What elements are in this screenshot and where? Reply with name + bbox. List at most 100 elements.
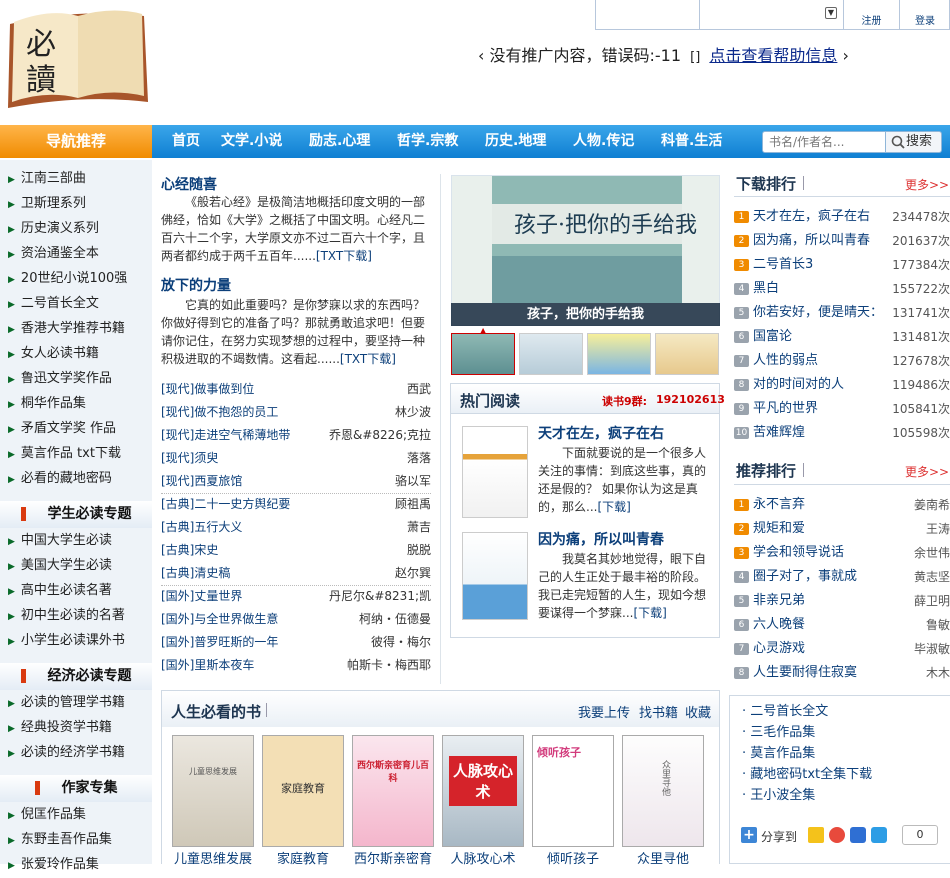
rank-title[interactable]: 六人晚餐 bbox=[753, 613, 805, 637]
site-logo[interactable]: 必 讀 bbox=[2, 2, 152, 112]
rank-row[interactable]: 3 学会和领导说话 余世伟 bbox=[734, 541, 950, 565]
rank-row[interactable]: 3 二号首长3 177384次 bbox=[734, 253, 950, 277]
rank-title[interactable]: 人生要耐得住寂寞 bbox=[753, 661, 857, 685]
book-list-title[interactable]: [现代]西夏旅馆 bbox=[161, 470, 242, 493]
side-link[interactable]: · 二号首长全文 bbox=[742, 701, 828, 722]
rank-title[interactable]: 非亲兄弟 bbox=[753, 589, 805, 613]
sidebar-item[interactable]: ▶ 江南三部曲 bbox=[8, 167, 86, 191]
book-list-title[interactable]: [现代]须臾 bbox=[161, 447, 218, 470]
sidebar-item[interactable]: ▶ 20世纪小说100强 bbox=[8, 267, 127, 291]
book-cover[interactable]: 众里寻他 bbox=[622, 735, 704, 847]
rank-row[interactable]: 4 黑白 155722次 bbox=[734, 277, 950, 301]
sidebar-item[interactable]: ▶ 高中生必读名著 bbox=[8, 579, 112, 603]
chevron-right-icon[interactable]: › bbox=[842, 46, 848, 65]
rank-row[interactable]: 1 永不言弃 姜南希 bbox=[734, 493, 950, 517]
sidebar-item[interactable]: ▶ 矛盾文学奖 作品 bbox=[8, 417, 116, 441]
rank-title[interactable]: 二号首长3 bbox=[753, 253, 813, 277]
book-list-title[interactable]: [古典]二十一史方舆纪要 bbox=[161, 493, 290, 516]
rank-row[interactable]: 9 平凡的世界 105841次 bbox=[734, 397, 950, 421]
book-list-row[interactable]: [古典]五行大义 萧吉 bbox=[161, 516, 431, 539]
txt-download-link[interactable]: [TXT下载] bbox=[316, 249, 372, 263]
sidebar-item[interactable]: ▶ 鲁迅文学奖作品 bbox=[8, 367, 112, 391]
side-link[interactable]: · 莫言作品集 bbox=[742, 743, 815, 764]
rank-title[interactable]: 苦难辉煌 bbox=[753, 421, 805, 445]
txt-download-link[interactable]: [TXT下载] bbox=[340, 352, 396, 366]
featured-title-2[interactable]: 放下的力量 bbox=[161, 275, 231, 295]
rank-title[interactable]: 永不言弃 bbox=[753, 493, 805, 517]
book-list-row[interactable]: [现代]须臾 落落 bbox=[161, 447, 431, 470]
rank-title[interactable]: 黑白 bbox=[753, 277, 779, 301]
chevron-left-icon[interactable]: ‹ bbox=[478, 46, 484, 65]
book-list-title[interactable]: [现代]做不抱怨的员工 bbox=[161, 401, 278, 424]
ad-help-link[interactable]: 点击查看帮助信息 bbox=[709, 46, 837, 65]
sidebar-item[interactable]: ▶ 初中生必读的名著 bbox=[8, 604, 125, 628]
book-cover[interactable]: 儿童思维发展 bbox=[172, 735, 254, 847]
sidebar-item[interactable]: ▶ 必看的藏地密码 bbox=[8, 467, 112, 491]
chevron-down-icon[interactable]: ▼ bbox=[825, 7, 837, 19]
rank-title[interactable]: 国富论 bbox=[753, 325, 792, 349]
nav-item-literature[interactable]: 文学.小说 bbox=[221, 125, 282, 158]
username-field[interactable] bbox=[596, 0, 700, 29]
rank-title[interactable]: 规矩和爱 bbox=[753, 517, 805, 541]
book-list-title[interactable]: [国外]丈量世界 bbox=[161, 585, 242, 608]
book-list-row[interactable]: [国外]与全世界做生意 柯纳・伍德曼 bbox=[161, 608, 431, 631]
nav-item-biography[interactable]: 人物.传记 bbox=[573, 125, 634, 158]
side-link[interactable]: · 三毛作品集 bbox=[742, 722, 815, 743]
carousel-thumb-2[interactable] bbox=[519, 333, 583, 375]
qq-group-number[interactable]: 192102613 bbox=[656, 393, 725, 406]
rank-row[interactable]: 5 非亲兄弟 薛卫明 bbox=[734, 589, 950, 613]
nav-item-home[interactable]: 首页 bbox=[172, 125, 200, 158]
rank-title[interactable]: 圈子对了，事就成 bbox=[753, 565, 857, 589]
rank-row[interactable]: 5 你若安好，便是晴天： 131741次 bbox=[734, 301, 950, 325]
upload-link[interactable]: 我要上传 bbox=[578, 702, 630, 721]
rank-title[interactable]: 学会和领导说话 bbox=[753, 541, 844, 565]
book-list-title[interactable]: [国外]普罗旺斯的一年 bbox=[161, 631, 278, 654]
tencent-icon[interactable] bbox=[871, 827, 887, 843]
favorite-link[interactable]: 收藏 bbox=[685, 702, 711, 721]
book-list-row[interactable]: [国外]里斯本夜车 帕斯卡・梅西耶 bbox=[161, 654, 431, 677]
rank-title[interactable]: 你若安好，便是晴天： bbox=[753, 301, 883, 325]
sidebar-item[interactable]: ▶ 张爱玲作品集 bbox=[8, 853, 99, 877]
book-list-title[interactable]: [古典]清史稿 bbox=[161, 562, 230, 585]
book-list-title[interactable]: [古典]宋史 bbox=[161, 539, 218, 562]
rank-title[interactable]: 天才在左，疯子在右 bbox=[753, 205, 870, 229]
sidebar-item[interactable]: ▶ 美国大学生必读 bbox=[8, 554, 112, 578]
rank-title[interactable]: 因为痛，所以叫青春 bbox=[753, 229, 870, 253]
book-title[interactable]: 儿童思维发展 bbox=[168, 848, 258, 867]
rank-row[interactable]: 8 对的时间对的人 119486次 bbox=[734, 373, 950, 397]
weibo-icon[interactable] bbox=[829, 827, 845, 843]
book-list-row[interactable]: [古典]宋史 脱脱 bbox=[161, 539, 431, 562]
rank-row[interactable]: 2 规矩和爱 王涛 bbox=[734, 517, 950, 541]
share-label[interactable]: 分享到 bbox=[761, 828, 797, 845]
sidebar-item[interactable]: ▶ 东野圭吾作品集 bbox=[8, 828, 112, 852]
rank-row[interactable]: 10 苦难辉煌 105598次 bbox=[734, 421, 950, 445]
book-list-title[interactable]: [国外]与全世界做生意 bbox=[161, 608, 278, 631]
sidebar-item[interactable]: ▶ 必读的管理学书籍 bbox=[8, 691, 125, 715]
carousel-thumb-1[interactable] bbox=[451, 333, 515, 375]
rank-title[interactable]: 平凡的世界 bbox=[753, 397, 818, 421]
book-title[interactable]: 西尔斯亲密育 bbox=[348, 848, 438, 867]
book-title[interactable]: 人脉攻心术 bbox=[438, 848, 528, 867]
baidu-icon[interactable] bbox=[850, 827, 866, 843]
book-title[interactable]: 家庭教育 bbox=[258, 848, 348, 867]
book-list-row[interactable]: [国外]丈量世界 丹尼尔&#8231;凯 bbox=[161, 585, 431, 608]
carousel-thumb-3[interactable] bbox=[587, 333, 651, 375]
rank-row[interactable]: 7 心灵游戏 毕淑敏 bbox=[734, 637, 950, 661]
sidebar-item[interactable]: ▶ 倪匡作品集 bbox=[8, 803, 86, 827]
qzone-icon[interactable] bbox=[808, 827, 824, 843]
book-cover[interactable]: 西尔斯亲密育儿百科 bbox=[352, 735, 434, 847]
book-list-title[interactable]: [古典]五行大义 bbox=[161, 516, 242, 539]
nav-item-history[interactable]: 历史.地理 bbox=[485, 125, 546, 158]
rank-row[interactable]: 8 人生要耐得住寂寞 木木 bbox=[734, 661, 950, 685]
sidebar-item[interactable]: ▶ 桐华作品集 bbox=[8, 392, 86, 416]
book-cover[interactable]: 人脉攻心术 bbox=[442, 735, 524, 847]
search-button[interactable]: 搜索 bbox=[886, 131, 942, 153]
sidebar-item[interactable]: ▶ 二号首长全文 bbox=[8, 292, 99, 316]
rank-row[interactable]: 2 因为痛，所以叫青春 201637次 bbox=[734, 229, 950, 253]
hot-item-title[interactable]: 天才在左，疯子在右 bbox=[538, 423, 664, 443]
rank-row[interactable]: 7 人性的弱点 127678次 bbox=[734, 349, 950, 373]
rank-title[interactable]: 对的时间对的人 bbox=[753, 373, 844, 397]
register-link[interactable]: 注册 bbox=[844, 0, 900, 29]
sidebar-item[interactable]: ▶ 历史演义系列 bbox=[8, 217, 99, 241]
rank-row[interactable]: 4 圈子对了，事就成 黄志坚 bbox=[734, 565, 950, 589]
